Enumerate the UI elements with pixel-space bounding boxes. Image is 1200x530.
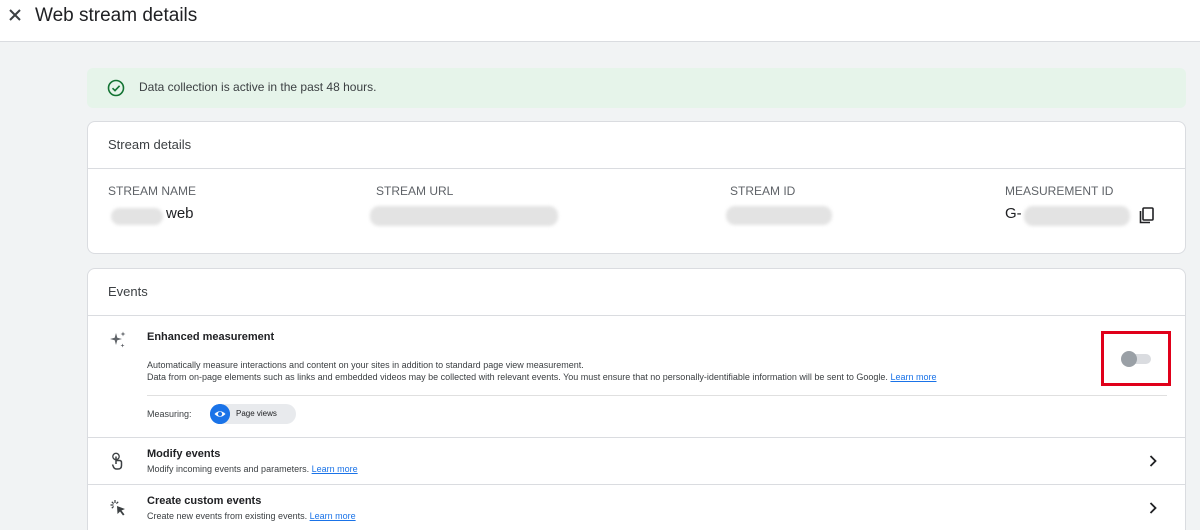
stream-name-label: STREAM NAME: [108, 184, 197, 198]
card-header: Events: [88, 269, 1185, 316]
copy-icon[interactable]: [1137, 205, 1157, 225]
banner-text: Data collection is active in the past 48…: [139, 80, 377, 94]
redacted-value: [370, 206, 558, 226]
top-bar: Web stream details: [0, 0, 1200, 42]
learn-more-link[interactable]: Learn more: [312, 464, 358, 474]
stream-url-label: STREAM URL: [376, 184, 454, 198]
divider: [147, 395, 1167, 396]
events-card: Events Enhanced measurement Automaticall…: [87, 268, 1186, 530]
check-circle-icon: [107, 79, 125, 97]
measurement-id-value: G-: [1005, 205, 1022, 222]
status-banner: Data collection is active in the past 48…: [87, 68, 1186, 108]
card-header: Stream details: [88, 122, 1185, 169]
touch-icon: [111, 452, 123, 470]
note-text: Data from on-page elements such as links…: [147, 372, 888, 382]
chip-label: Page views: [236, 409, 277, 418]
toggle-thumb: [1121, 351, 1137, 367]
redacted-value: [726, 206, 832, 225]
redacted-value: [111, 208, 163, 225]
chevron-right-icon: [1149, 455, 1157, 467]
redacted-value: [1024, 206, 1130, 226]
measuring-label: Measuring:: [147, 409, 192, 419]
row-description-text: Create new events from existing events.: [147, 511, 308, 521]
enhanced-measurement-toggle[interactable]: [1121, 351, 1151, 367]
learn-more-link[interactable]: Learn more: [890, 372, 936, 382]
modify-events-row[interactable]: Modify events Modify incoming events and…: [88, 437, 1185, 484]
stream-name-value: web: [166, 205, 194, 222]
create-custom-events-row[interactable]: Create custom events Create new events f…: [88, 484, 1185, 530]
row-description: Modify incoming events and parameters. L…: [147, 464, 358, 474]
measurement-id-label: MEASUREMENT ID: [1005, 184, 1114, 198]
stream-id-label: STREAM ID: [730, 184, 796, 198]
enhanced-measurement-note: Data from on-page elements such as links…: [147, 372, 936, 382]
card-title: Events: [108, 284, 148, 299]
learn-more-link[interactable]: Learn more: [310, 511, 356, 521]
row-title: Create custom events: [147, 495, 262, 507]
row-description-text: Modify incoming events and parameters.: [147, 464, 310, 474]
cursor-click-icon: [110, 500, 125, 516]
row-title: Modify events: [147, 448, 221, 460]
sparkle-icon: [110, 331, 126, 348]
eye-icon: [210, 404, 230, 424]
close-icon[interactable]: [4, 4, 26, 26]
enhanced-measurement-description: Automatically measure interactions and c…: [147, 360, 584, 370]
page-title: Web stream details: [35, 5, 198, 26]
enhanced-measurement-title: Enhanced measurement: [147, 331, 275, 343]
card-title: Stream details: [108, 137, 192, 152]
row-description: Create new events from existing events. …: [147, 511, 356, 521]
chevron-right-icon: [1149, 502, 1157, 514]
highlight-box: [1101, 331, 1171, 386]
stream-details-card: Stream details STREAM NAME web STREAM UR…: [87, 121, 1186, 254]
page-views-chip: Page views: [210, 404, 296, 424]
